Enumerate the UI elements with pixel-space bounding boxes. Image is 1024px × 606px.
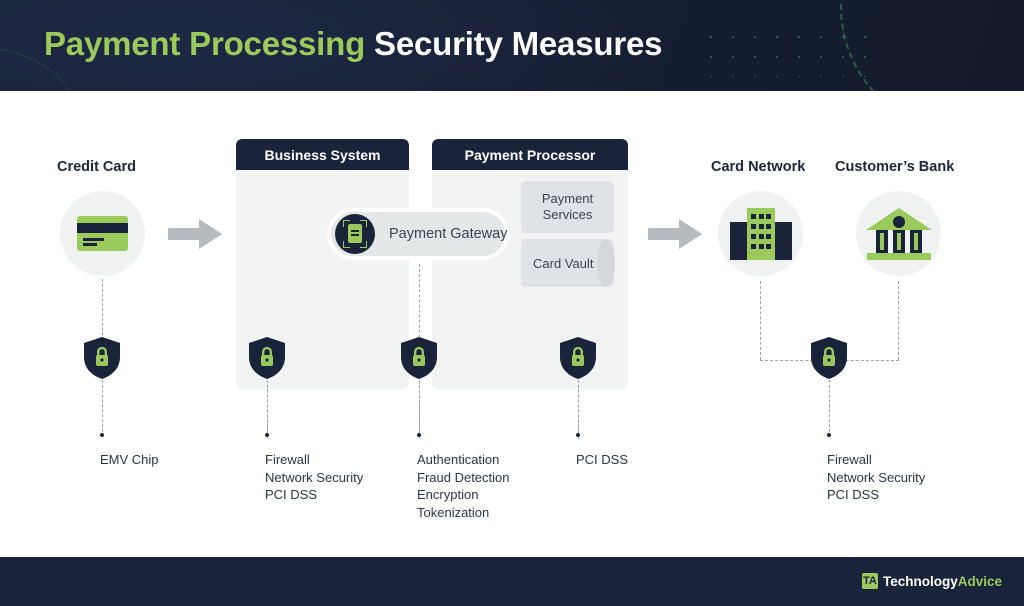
technologyadvice-logo: TA Technology Advice: [861, 573, 1002, 589]
list-item: Firewall: [265, 452, 310, 467]
list-item: PCI DSS: [265, 487, 318, 502]
box-business-system-title: Business System: [236, 139, 409, 170]
processor-item-payment-services: Payment Services: [521, 181, 614, 233]
building-core: [747, 208, 775, 260]
customers-bank-icon-well: [856, 191, 941, 276]
credit-card-line-2: [83, 243, 97, 246]
box-payment-processor-title: Payment Processor: [432, 139, 628, 170]
connector-bank-down: [898, 281, 899, 360]
infographic-page: Payment Processing Security Measures Cre…: [0, 0, 1024, 606]
bank-roof-dot: [893, 216, 905, 228]
connector-shield-label-network-bank: [829, 380, 830, 432]
page-footer: TA Technology Advice: [0, 557, 1024, 606]
shield-lock-icon-processor: [560, 337, 596, 379]
payment-gateway-label: Payment Gateway: [389, 226, 508, 242]
bank-column-1: [876, 230, 888, 253]
shield-lock-icon-network-bank: [811, 337, 847, 379]
arrow-shaft: [648, 228, 682, 240]
connector-dot-emv: [100, 433, 104, 437]
payment-gateway-pill[interactable]: Payment Gateway: [327, 208, 509, 260]
arrow-head: [199, 219, 222, 249]
security-list-processor: PCI DSS: [576, 451, 628, 469]
bank-base: [867, 253, 931, 260]
list-item: PCI DSS: [827, 487, 880, 502]
list-item: Tokenization: [417, 504, 490, 520]
credit-card-stripe: [77, 223, 128, 233]
processor-item-card-vault-label: Card Vault: [533, 255, 594, 271]
card-network-icon-well: [718, 191, 803, 276]
connector-card-network-down: [760, 281, 761, 360]
bank-icon: [866, 208, 932, 260]
connector-dot-business-system: [265, 433, 269, 437]
office-building-icon: [730, 208, 792, 260]
list-item: EMV Chip: [100, 452, 159, 467]
caption-customers-bank: Customer’s Bank: [835, 159, 955, 175]
shield-lock-icon-business-system: [249, 337, 285, 379]
logo-text-advice: Advice: [957, 573, 1002, 589]
building-side-right: [775, 222, 792, 260]
list-item: PCI DSS: [576, 452, 629, 467]
arrow-right-icon-1: [168, 219, 222, 249]
caption-card-network: Card Network: [711, 159, 806, 175]
credit-card-line-1: [83, 238, 104, 241]
connector-dot-processor: [576, 433, 580, 437]
list-item: Encryption: [417, 487, 479, 502]
security-list-gateway: Authentication Fraud Detection Encryptio…: [417, 451, 510, 521]
credit-card-icon: [77, 216, 128, 251]
list-item: Authentication: [417, 452, 500, 467]
diagram-canvas: Credit Card Card Network Customer’s Bank…: [0, 91, 1024, 557]
page-title-rest: Security Measures: [365, 25, 663, 62]
connector-shield-label-gateway: [419, 380, 420, 432]
processor-item-payment-services-label: Payment Services: [541, 191, 594, 222]
list-item: Firewall: [827, 452, 872, 467]
security-list-business-system: Firewall Network Security PCI DSS: [265, 451, 363, 504]
building-side-left: [730, 222, 747, 260]
logo-text-technology: Technology: [882, 573, 958, 589]
connector-shield-label-processor: [578, 380, 579, 432]
security-list-network-bank: Firewall Network Security PCI DSS: [827, 451, 925, 504]
cylinder-cap: [597, 239, 615, 287]
connector-dot-network-bank: [827, 433, 831, 437]
list-item: Fraud Detection: [417, 469, 510, 485]
ta-logo-mark-icon: TA: [861, 573, 878, 589]
bank-column-2: [893, 230, 905, 253]
security-list-emv: EMV Chip: [100, 451, 159, 469]
connector-dot-gateway: [417, 433, 421, 437]
arrow-right-icon-2: [648, 219, 702, 249]
list-item: Network Security: [827, 469, 926, 485]
list-item: Network Security: [265, 469, 364, 485]
shield-lock-icon-emv: [84, 337, 120, 379]
arrow-shaft: [168, 228, 202, 240]
connector-shield-label-business-system: [267, 380, 268, 432]
arrow-head: [679, 219, 702, 249]
page-header: Payment Processing Security Measures: [0, 0, 1024, 91]
caption-credit-card: Credit Card: [57, 159, 136, 175]
page-title: Payment Processing Security Measures: [44, 25, 662, 63]
page-title-accent: Payment Processing: [44, 25, 366, 62]
shield-lock-icon-gateway: [401, 337, 437, 379]
decorative-dot-grid-icon: [700, 27, 870, 77]
document-scan-icon: [335, 214, 375, 254]
processor-item-card-vault: Card Vault: [521, 239, 615, 287]
connector-shield-label-emv: [102, 380, 103, 432]
document-glyph-icon: [348, 224, 362, 243]
bank-column-3: [910, 230, 922, 253]
